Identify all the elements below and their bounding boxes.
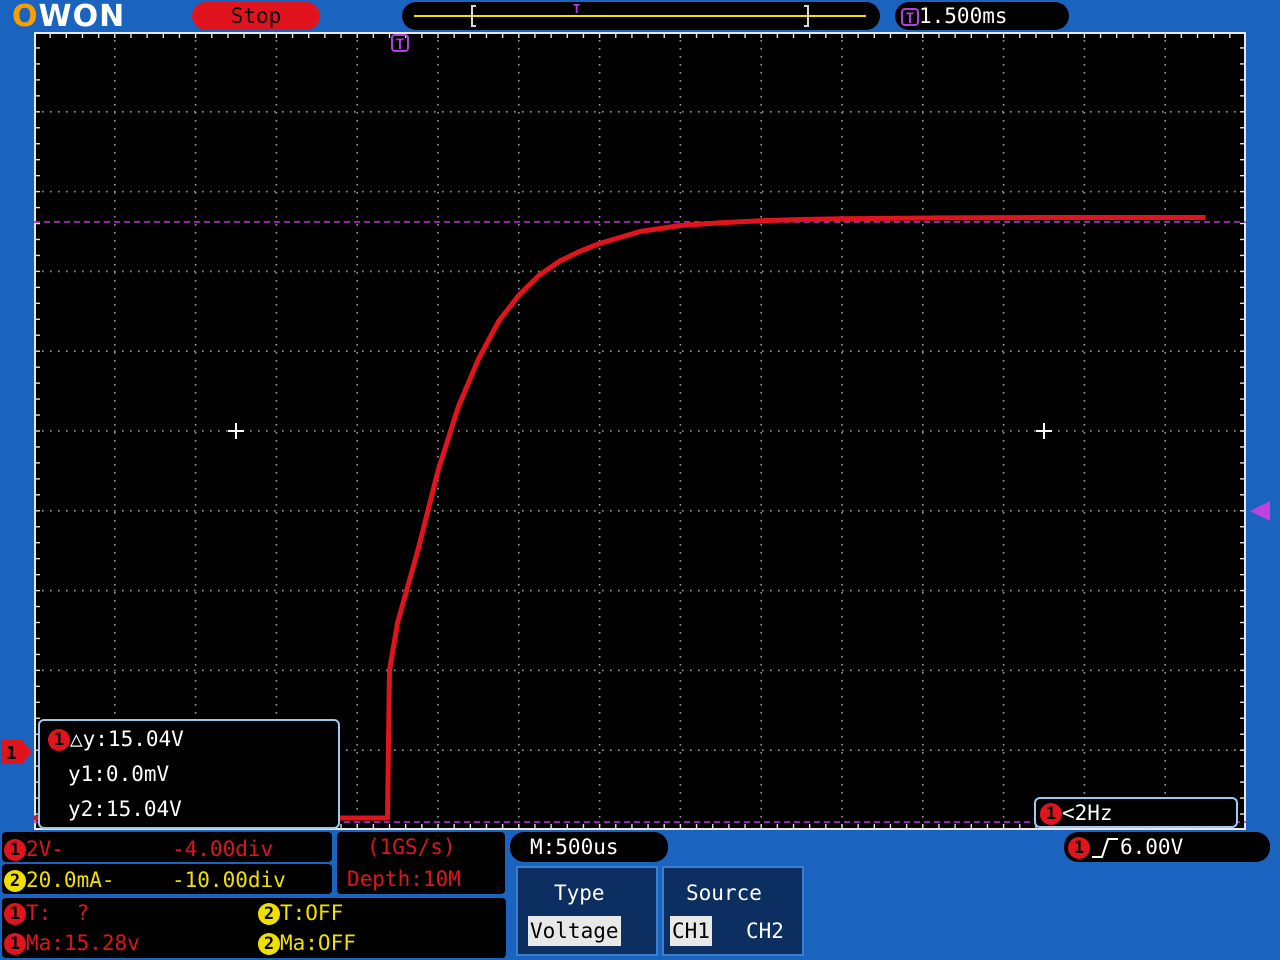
menu-type-value[interactable]: Voltage — [528, 916, 621, 946]
meas-period-ch2: T:OFF — [280, 901, 344, 925]
menu-source-title: Source — [686, 881, 762, 905]
ch1-offset: -4.00div — [172, 837, 274, 861]
timebase-value: M:500us — [530, 835, 619, 859]
meas-r1b-badge: 2 — [258, 903, 280, 925]
trigger-time-icon: T — [391, 33, 409, 53]
waveform-plot — [34, 32, 1246, 830]
memory-position-icon: T — [414, 2, 866, 27]
ch1-badge: 1 — [4, 839, 26, 861]
cursor-y1: y1:0.0mV — [68, 762, 170, 786]
memory-depth: Depth:10M — [347, 867, 461, 891]
meas-r2-badge: 1 — [4, 933, 26, 955]
trigger-delay-value: 1.500ms — [919, 4, 1008, 28]
rising-edge-icon — [1092, 838, 1118, 858]
acquisition-info: (1GS/s) Depth:10M — [337, 832, 505, 894]
meas-period-ch1: T: ? — [26, 901, 90, 925]
meas-max-ch2: Ma:OFF — [280, 931, 356, 955]
ch2-offset: -10.00div — [172, 868, 286, 892]
menu-type[interactable]: Type Voltage — [516, 866, 658, 956]
trigger-level-marker[interactable] — [1250, 500, 1272, 526]
cursor-y2: y2:15.04V — [68, 797, 182, 821]
freq-channel-badge: 1 — [1040, 803, 1062, 825]
trigger-source-badge: 1 — [1068, 837, 1090, 859]
ch2-badge: 2 — [4, 870, 26, 892]
meas-r2b-badge: 2 — [258, 933, 280, 955]
measurement-panel: 1 T: ? 2 T:OFF 1 Ma:15.28v 2 Ma:OFF — [2, 898, 506, 958]
horizontal-position-bar[interactable]: T — [402, 2, 880, 30]
ch2-scale: 20.0mA- — [26, 868, 115, 892]
ch1-setting[interactable]: 1 2V- -4.00div — [2, 832, 332, 862]
source-ch1-option[interactable]: CH1 — [670, 916, 712, 946]
trigger-level-display[interactable]: 1 6.00V — [1064, 832, 1270, 862]
cursor-channel-badge: 1 — [48, 729, 70, 751]
meas-r1-badge: 1 — [4, 903, 26, 925]
frequency-value: <2Hz — [1062, 801, 1113, 825]
logo-text: WON — [38, 0, 126, 34]
ch1-scale: 2V- — [26, 837, 64, 861]
menu-type-title: Type — [554, 881, 605, 905]
run-stop-indicator[interactable]: Stop — [192, 2, 320, 30]
screen-background — [34, 32, 1246, 830]
ch1-marker-label: 1 — [6, 743, 17, 764]
trigger-level-arrow-icon — [1250, 501, 1270, 521]
trigger-delay-display[interactable]: T 1.500ms — [895, 2, 1069, 30]
ch1-marker-icon: 1 — [1, 740, 32, 764]
sample-rate: (1GS/s) — [367, 835, 456, 859]
trigger-position-icon: T — [901, 8, 919, 27]
waveform-display[interactable] — [34, 32, 1246, 830]
timebase-display[interactable]: M:500us — [510, 832, 668, 862]
source-ch2-option[interactable]: CH2 — [746, 916, 784, 946]
trigger-marker: T — [573, 2, 580, 16]
trigger-time-marker: T — [391, 32, 409, 53]
cursor-delta-y: △y:15.04V — [70, 727, 184, 751]
meas-max-ch1: Ma:15.28v — [26, 931, 140, 955]
frequency-box: 1 <2Hz — [1034, 797, 1238, 828]
cursor-measure-box: 1 △y:15.04V y1:0.0mV y2:15.04V — [38, 719, 340, 829]
ch1-ground-marker[interactable]: 1 — [0, 739, 32, 765]
ch2-setting[interactable]: 2 20.0mA- -10.00div — [2, 864, 332, 894]
menu-source[interactable]: Source CH1 CH2 — [662, 866, 804, 956]
owon-logo: OWON — [12, 0, 126, 34]
trigger-level-value: 6.00V — [1120, 835, 1184, 859]
